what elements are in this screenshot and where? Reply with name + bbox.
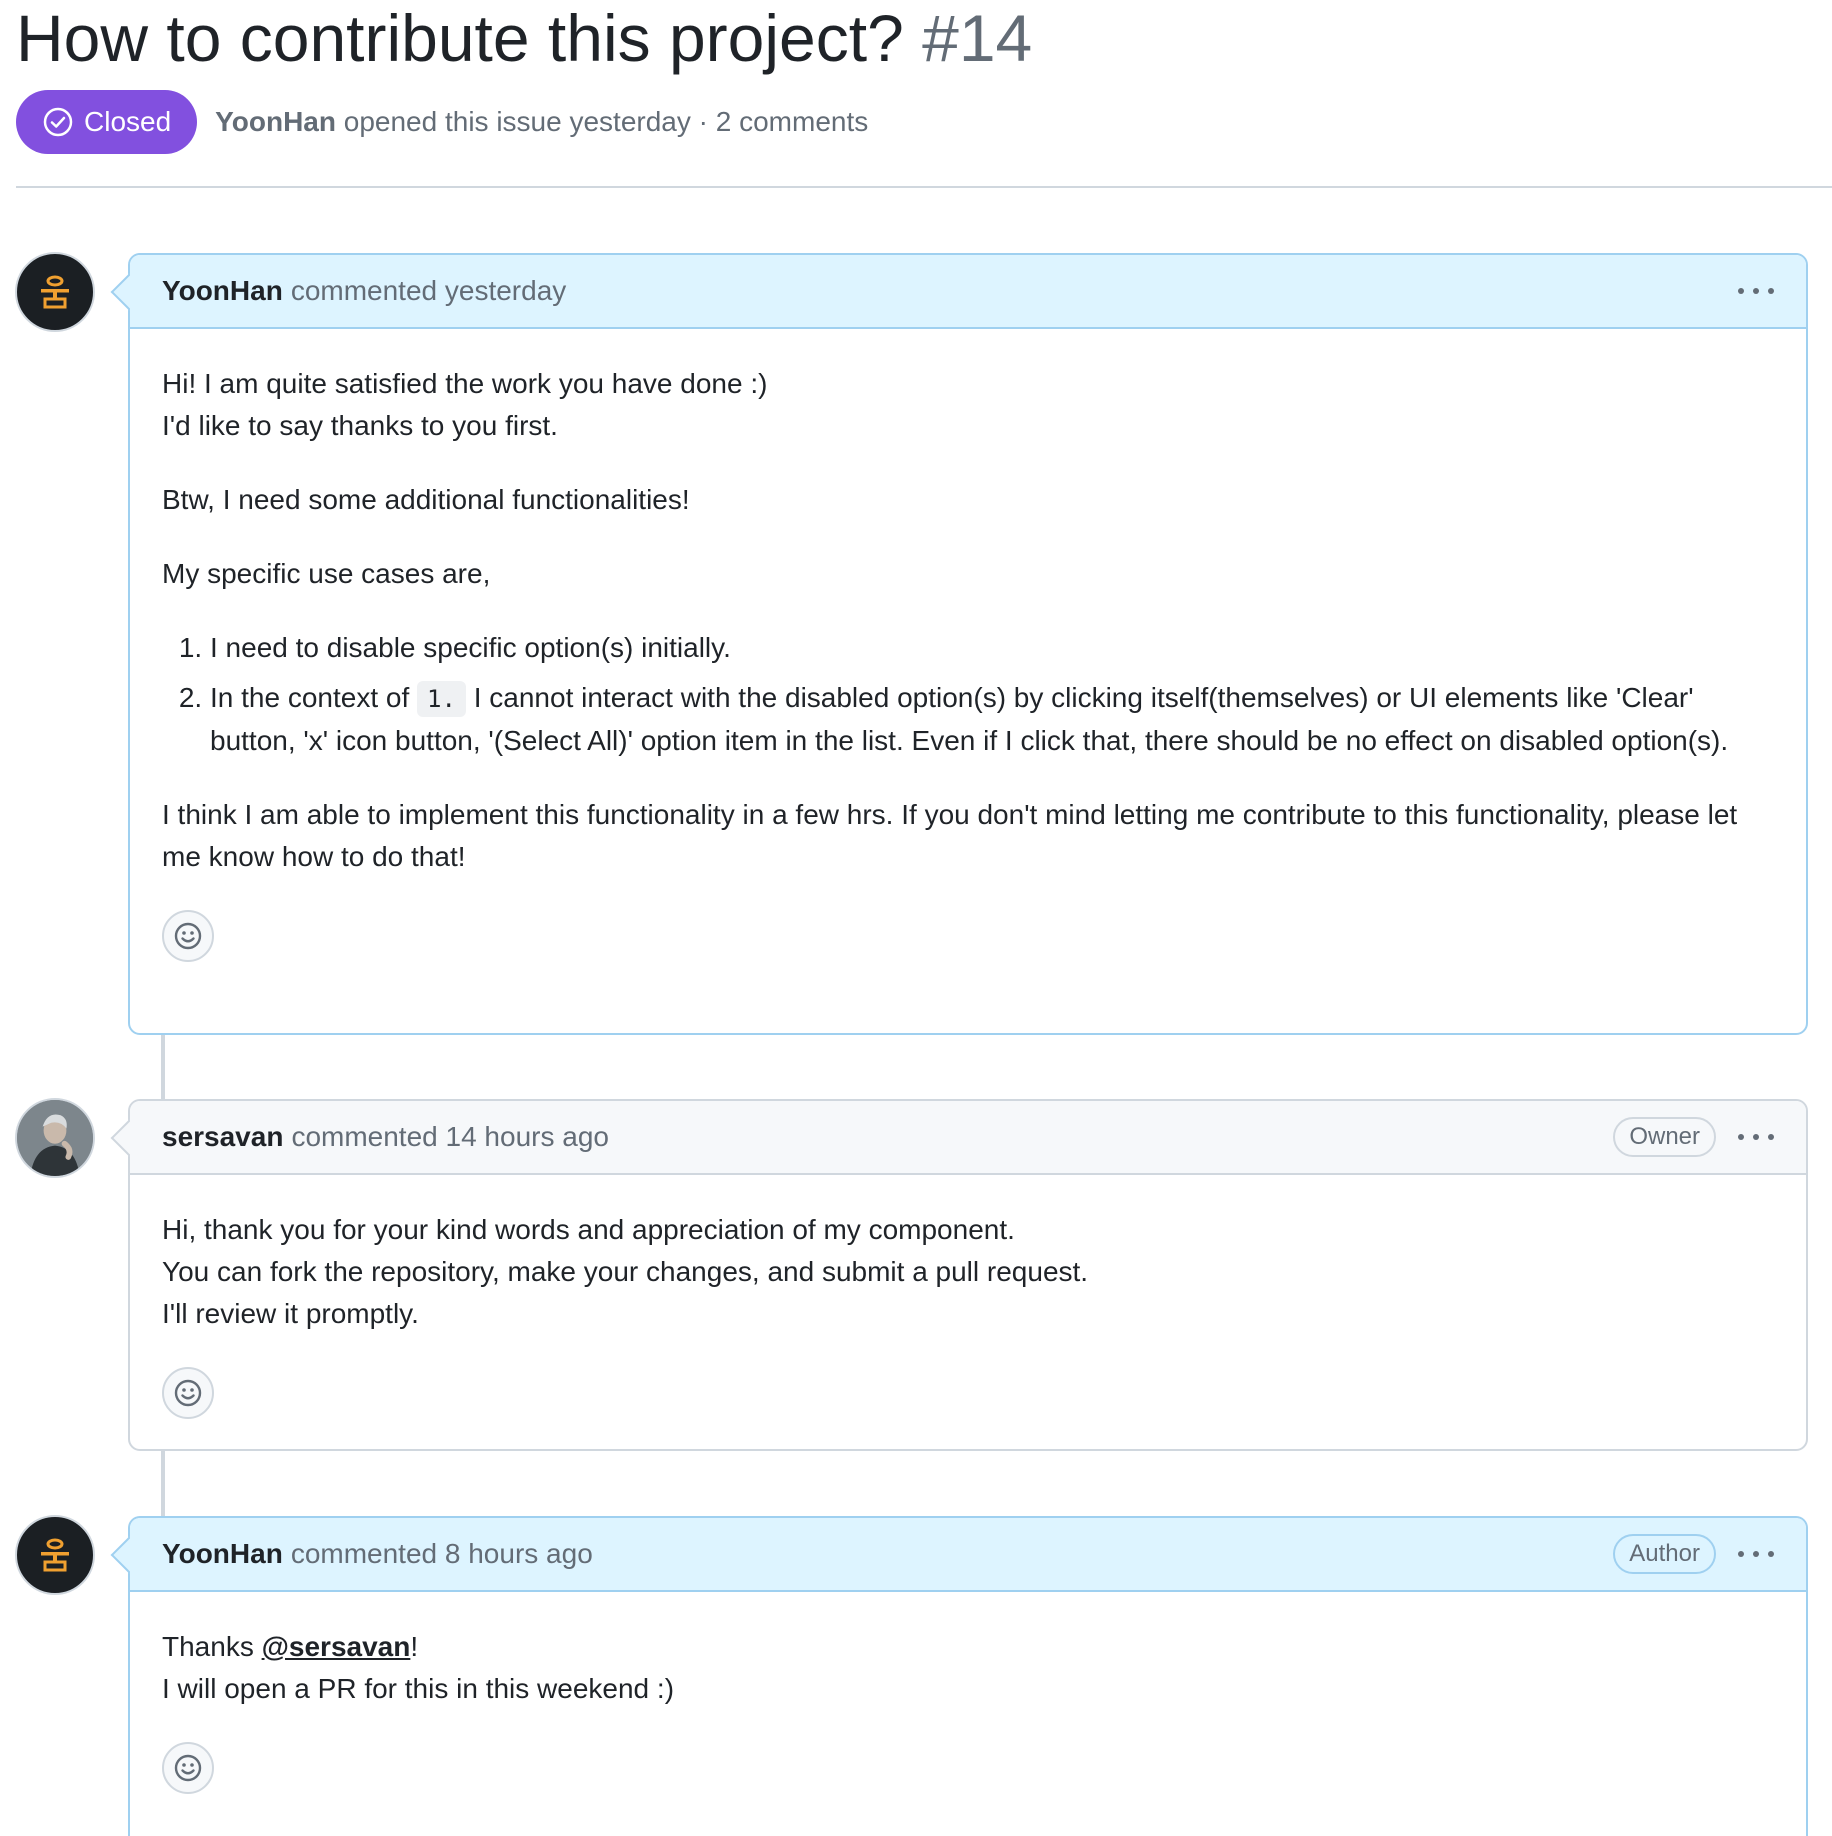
text-line: Hi, thank you for your kind words and ap… bbox=[162, 1214, 1015, 1245]
add-reaction-button[interactable] bbox=[162, 1742, 214, 1794]
issue-meta: Closed YoonHan opened this issue yesterd… bbox=[16, 90, 868, 154]
comment-paragraph: Hi! I am quite satisfied the work you ha… bbox=[162, 363, 1774, 447]
timeline-connector bbox=[161, 1450, 165, 1516]
issue-author-link[interactable]: YoonHan bbox=[215, 106, 336, 137]
timeline-connector bbox=[161, 1034, 165, 1100]
comment-author[interactable]: YoonHan bbox=[162, 1538, 283, 1570]
comment-timestamp[interactable]: commented 14 hours ago bbox=[291, 1121, 609, 1153]
comment-paragraph: Hi, thank you for your kind words and ap… bbox=[162, 1209, 1774, 1335]
yoonhan-logo-icon bbox=[41, 275, 69, 309]
text-span: Thanks bbox=[162, 1631, 262, 1662]
add-reaction-button[interactable] bbox=[162, 910, 214, 962]
avatar-yoonhan[interactable] bbox=[15, 252, 95, 332]
comment-author[interactable]: sersavan bbox=[162, 1121, 283, 1153]
sersavan-avatar-image bbox=[17, 1100, 93, 1176]
comment-1: YoonHan commented yesterday Hi! I am qui… bbox=[110, 253, 1808, 1035]
owner-badge: Owner bbox=[1613, 1117, 1716, 1157]
kebab-horizontal-icon[interactable] bbox=[1738, 1549, 1774, 1559]
text-line: I'll review it promptly. bbox=[162, 1298, 419, 1329]
comment-3: YoonHan commented 8 hours ago Author Tha… bbox=[110, 1516, 1808, 1836]
comment-2: sersavan commented 14 hours ago Owner Hi… bbox=[110, 1099, 1808, 1451]
comment-author[interactable]: YoonHan bbox=[162, 275, 283, 307]
author-badge: Author bbox=[1613, 1534, 1716, 1574]
text-line: I'd like to say thanks to you first. bbox=[162, 410, 558, 441]
comment-body: Hi! I am quite satisfied the work you ha… bbox=[130, 329, 1806, 994]
text-span: In the context of bbox=[210, 682, 418, 713]
avatar-sersavan[interactable] bbox=[15, 1098, 95, 1178]
comment-header: YoonHan commented yesterday bbox=[130, 255, 1806, 329]
comment-body: Thanks @sersavan! I will open a PR for th… bbox=[130, 1592, 1806, 1826]
use-case-list: I need to disable specific option(s) ini… bbox=[162, 627, 1774, 762]
state-badge: Closed bbox=[16, 90, 198, 154]
avatar-yoonhan[interactable] bbox=[15, 1515, 95, 1595]
issue-title: How to contribute this project? #14 bbox=[16, 0, 1032, 76]
issue-page: How to contribute this project? #14 Clos… bbox=[0, 0, 1832, 1836]
add-reaction-button[interactable] bbox=[162, 1367, 214, 1419]
kebab-horizontal-icon[interactable] bbox=[1738, 286, 1774, 296]
issue-opened-text: opened this issue yesterday · 2 comments bbox=[343, 106, 869, 137]
issue-number: #14 bbox=[922, 1, 1033, 75]
smiley-icon bbox=[174, 922, 202, 950]
text-line: I will open a PR for this in this weeken… bbox=[162, 1673, 675, 1704]
comment-paragraph: I think I am able to implement this func… bbox=[162, 799, 1738, 872]
comment-paragraph: My specific use cases are, bbox=[162, 558, 491, 589]
text-line: Hi! I am quite satisfied the work you ha… bbox=[162, 368, 768, 399]
inline-code: 1. bbox=[417, 681, 466, 717]
issue-opened-info: YoonHan opened this issue yesterday · 2 … bbox=[215, 106, 868, 138]
header-divider bbox=[16, 186, 1832, 188]
list-item: I need to disable specific option(s) ini… bbox=[210, 627, 1774, 669]
comment-paragraph: Thanks @sersavan! I will open a PR for th… bbox=[162, 1626, 1774, 1710]
user-mention-link[interactable]: @sersavan bbox=[262, 1631, 411, 1662]
check-circle-icon bbox=[43, 107, 73, 137]
smiley-icon bbox=[174, 1754, 202, 1782]
issue-title-text: How to contribute this project? bbox=[16, 1, 904, 75]
state-label: Closed bbox=[84, 106, 172, 137]
comment-timestamp[interactable]: commented yesterday bbox=[291, 275, 566, 307]
kebab-horizontal-icon[interactable] bbox=[1738, 1132, 1774, 1142]
yoonhan-logo-icon bbox=[41, 1538, 69, 1572]
list-item: In the context of 1. I cannot interact w… bbox=[210, 677, 1774, 762]
comment-header: YoonHan commented 8 hours ago Author bbox=[130, 1518, 1806, 1592]
comment-paragraph: Btw, I need some additional functionalit… bbox=[162, 484, 690, 515]
smiley-icon bbox=[174, 1379, 202, 1407]
comment-timestamp[interactable]: commented 8 hours ago bbox=[291, 1538, 593, 1570]
text-span: ! bbox=[410, 1631, 419, 1662]
text-line: You can fork the repository, make your c… bbox=[162, 1256, 1089, 1287]
comment-header: sersavan commented 14 hours ago Owner bbox=[130, 1101, 1806, 1175]
comment-body: Hi, thank you for your kind words and ap… bbox=[130, 1175, 1806, 1451]
